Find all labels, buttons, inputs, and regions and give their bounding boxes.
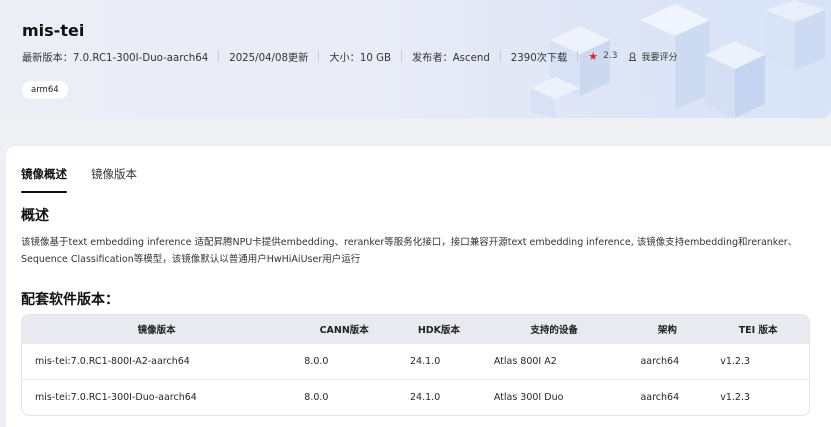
table-cell: mis-tei:7.0.RC1-800I-A2-aarch64 [35,356,190,367]
table-cell: 8.0.0 [304,356,329,367]
arch-tag: arm64 [22,81,68,99]
latest-version: 最新版本：7.0.RC1-300I-Duo-aarch64 [22,52,209,64]
image-meta-bar: 最新版本：7.0.RC1-300I-Duo-aarch64 2025/04/08… [22,49,678,64]
table-header-row: 镜像版本 CANN版本 HDK版本 支持的设备 架构 TEI 版本 [22,315,809,343]
rate-button[interactable]: 我要评分 [628,50,678,63]
table-cell: 8.0.0 [304,392,329,403]
table-row: mis-tei:7.0.RC1-800I-A2-aarch64 8.0.0 24… [22,343,809,379]
table-cell: aarch64 [640,392,680,403]
table-cell: Atlas 300I Duo [493,392,564,403]
overview-text: 该镜像基于text embedding inference 适配昇腾NPU卡提供… [21,237,798,265]
divider [400,51,402,61]
column-header: 镜像版本 [137,325,176,336]
table-row: mis-tei:7.0.RC1-300I-Duo-aarch64 8.0.0 2… [22,379,809,415]
table-cell: mis-tei:7.0.RC1-300I-Duo-aarch64 [35,392,197,403]
software-version-table: 镜像版本 CANN版本 HDK版本 支持的设备 架构 TEI 版本 mis-te… [21,314,810,416]
column-header: HDK版本 [417,325,461,336]
column-header: 架构 [657,325,677,336]
software-heading: 配套软件版本： [21,292,119,308]
image-title: mis-tei [22,21,85,40]
divider [218,51,220,61]
table-cell: 24.1.0 [410,356,441,367]
table-cell: v1.2.3 [720,356,751,367]
table-cell: v1.2.3 [720,392,751,403]
column-header: CANN版本 [319,325,369,336]
table-cell: aarch64 [640,356,680,367]
table-cell: Atlas 800I A2 [493,356,557,367]
column-header: TEI 版本 [738,325,778,336]
divider [499,51,501,61]
overview-heading: 概述 [21,208,49,224]
column-header: 支持的设备 [530,325,578,336]
update-date: 2025/04/08更新 [229,52,309,64]
table-cell: 24.1.0 [410,392,441,403]
rate-label: 我要评分 [641,52,678,63]
divider [318,51,320,61]
tab-overview[interactable]: 镜像概述 [21,166,67,193]
image-size: 大小：10 GB [329,52,391,64]
download-count: 2390次下载 [510,52,568,64]
star-icon: ★ [588,49,599,63]
rate-icon [628,51,636,61]
content-card: 镜像概述 镜像版本 概述 该镜像基于text embedding inferen… [6,146,831,427]
publisher: 发布者：Ascend [411,52,490,64]
image-header-banner: mis-tei 最新版本：7.0.RC1-300I-Duo-aarch64 20… [0,0,831,118]
tab-bar: 镜像概述 镜像版本 [21,166,161,193]
divider [577,51,579,61]
tab-versions[interactable]: 镜像版本 [91,166,137,188]
rating-value: 2.3 [603,51,618,61]
